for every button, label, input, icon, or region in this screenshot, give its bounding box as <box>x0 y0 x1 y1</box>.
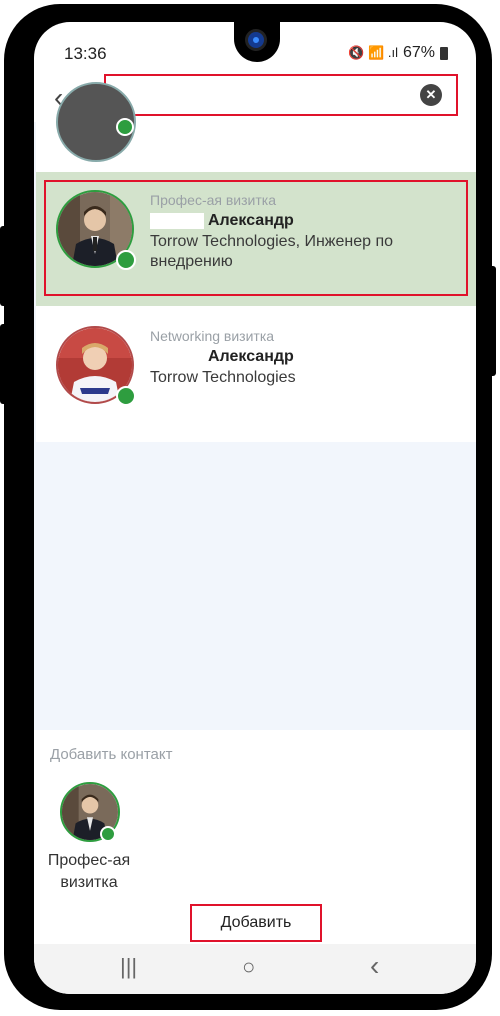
redacted-surname <box>150 212 204 229</box>
phone-side-button <box>0 226 8 306</box>
status-time: 13:36 <box>64 44 107 63</box>
battery-icon <box>440 46 448 60</box>
contact-name-row: Александр <box>150 348 294 366</box>
signal-icons: 🔇 📶 .ıl <box>348 45 398 60</box>
front-camera <box>234 22 280 62</box>
home-icon[interactable]: ○ <box>242 954 255 980</box>
online-status-icon <box>116 118 134 136</box>
battery-text: 67% <box>402 44 435 61</box>
list-item-partial[interactable] <box>36 82 476 172</box>
contact-name: Александр <box>208 348 294 365</box>
back-icon[interactable]: ‹ <box>370 950 379 982</box>
status-bar: 13:36 🔇 📶 .ıl 67% <box>34 22 476 72</box>
search-input[interactable]: ✕ <box>104 74 458 116</box>
add-contact-title: Добавить контакт <box>50 746 173 763</box>
contact-name-row: Александр <box>150 212 294 230</box>
screen: 13:36 🔇 📶 .ıl 67% ‹ ✕ Профес-ая визитка … <box>34 22 476 994</box>
online-status-icon <box>116 386 136 406</box>
status-indicators: 🔇 📶 .ıl 67% <box>348 44 448 62</box>
contact-card-networking[interactable]: Networking визитка Александр Torrow Tech… <box>36 306 476 442</box>
recents-icon[interactable]: ||| <box>120 954 137 980</box>
phone-side-button <box>488 266 496 376</box>
selected-card-label: Профес-ая визитка <box>47 852 131 891</box>
online-status-icon <box>116 250 136 270</box>
contact-card-professional[interactable]: Профес-ая визитка Александр Torrow Techn… <box>36 172 476 306</box>
phone-side-button <box>0 324 8 404</box>
phone-frame: 13:36 🔇 📶 .ıl 67% ‹ ✕ Профес-ая визитка … <box>0 4 496 1010</box>
system-nav-bar: ||| ○ ‹ <box>34 944 476 994</box>
online-status-icon <box>100 826 116 842</box>
contact-organization: Torrow Technologies <box>150 369 296 386</box>
card-type-label: Профес-ая визитка <box>150 192 276 208</box>
contact-organization: Torrow Technologies, Инженер по внедрени… <box>150 233 394 270</box>
add-button[interactable]: Добавить <box>190 904 322 942</box>
clear-search-icon[interactable]: ✕ <box>420 84 442 106</box>
contact-name: Александр <box>208 212 294 229</box>
contact-list: Профес-ая визитка Александр Torrow Techn… <box>34 82 476 732</box>
card-type-label: Networking визитка <box>150 328 275 344</box>
